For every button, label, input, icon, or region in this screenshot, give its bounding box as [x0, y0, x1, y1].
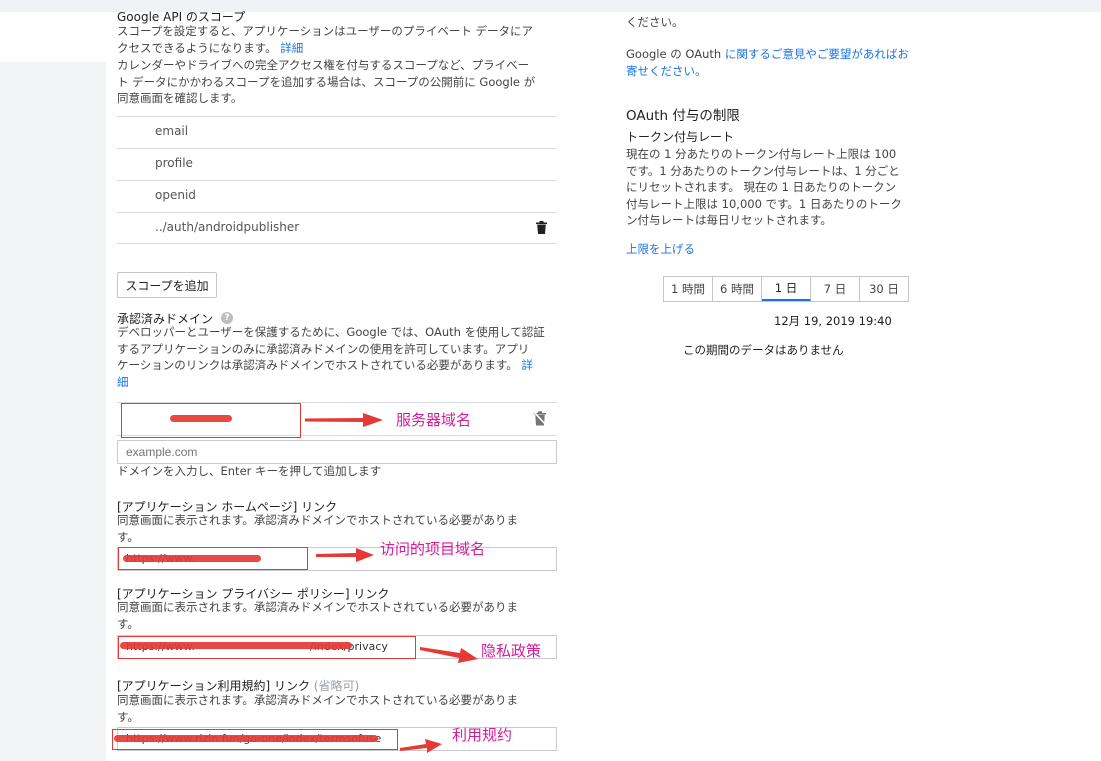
scopes-detail-link[interactable]: 詳細: [280, 41, 303, 55]
tab-1-hour[interactable]: 1 時間: [664, 277, 713, 301]
domains-detail-link[interactable]: 詳: [521, 358, 533, 372]
domain-input[interactable]: [117, 440, 557, 464]
annotation-arrow: [420, 647, 478, 663]
feedback-link-cont[interactable]: お: [897, 47, 909, 61]
domains-description: デベロッパーとユーザーを保護するために、Google では、OAuth を使用し…: [117, 324, 557, 390]
token-rate-title: トークン付与レート: [626, 130, 735, 144]
homepage-desc-line: 同意画面に表示されます。承認済みドメインでホストされている必要がありま: [117, 513, 519, 527]
scope-row-openid: openid: [117, 180, 557, 212]
rate-desc-line: です。1 分あたりのトークン付与レートは、1 分ごと: [626, 163, 900, 178]
annotation-project-domain: 访问的项目域名: [380, 540, 486, 558]
chart-timestamp: 12月 19, 2019 19:40: [774, 314, 892, 328]
feedback-text: Google の OAuth に関するご意見やご要望があればお 寄せください。: [626, 46, 909, 79]
token-rate-description: 現在の 1 分あたりのトークン付与レート上限は 100 です。1 分あたりのトー…: [626, 146, 902, 229]
trash-disabled-icon[interactable]: [533, 411, 547, 426]
oauth-limits-title: OAuth 付与の制限: [626, 108, 740, 124]
annotation-arrow: [305, 413, 383, 427]
scopes-description: スコープを設定すると、アプリケーションはユーザーのプライベート データにア クセ…: [117, 23, 533, 56]
domains-desc-line: するアプリケーションのみに承認済みドメインの使用を許可しています。アプリ: [117, 341, 530, 356]
terms-description: 同意画面に表示されます。承認済みドメインでホストされている必要がありま す。: [117, 692, 518, 725]
terms-title-text: [アプリケーション利用規約] リンク: [117, 679, 310, 693]
domains-detail-link-cont[interactable]: 細: [117, 374, 557, 391]
scope-row-androidpublisher: ../auth/androidpublisher: [117, 212, 557, 244]
scopes-desc-line: スコープを設定すると、アプリケーションはユーザーのプライベート データにア: [117, 24, 534, 38]
trash-icon[interactable]: [536, 221, 547, 234]
scope-label: openid: [155, 188, 196, 202]
annotation-box-terms: [112, 729, 398, 750]
help-fragment: ください。: [626, 15, 684, 29]
annotation-box-domain: [121, 403, 301, 438]
privacy-desc-line: す。: [117, 616, 139, 631]
terms-optional-label: (省略可): [313, 679, 360, 693]
annotation-terms: 利用规约: [452, 726, 513, 744]
privacy-desc-line: 同意画面に表示されます。承認済みドメインでホストされている必要がありま: [117, 600, 519, 614]
scopes-description-2: カレンダーやドライブへの完全アクセス権を付与するスコープなど、プライベー ト デ…: [117, 57, 535, 107]
feedback-text-plain: Google の OAuth: [626, 47, 725, 61]
annotation-arrow: [400, 739, 442, 753]
rate-desc-line: にリセットされます。 現在の 1 日あたりのトークン: [626, 180, 897, 194]
raise-limit-link[interactable]: 上限を上げる: [626, 241, 695, 258]
scope-row-profile: profile: [117, 148, 557, 180]
annotation-server-domain: 服务器域名: [396, 411, 472, 429]
feedback-link-line2[interactable]: 寄せください。: [626, 63, 909, 80]
scope-row-email: email: [117, 116, 557, 148]
domains-desc-line: デベロッパーとユーザーを保護するために、Google では、OAuth を使用し…: [117, 325, 545, 339]
terms-desc-line: す。: [117, 709, 139, 724]
scopes-desc2-line: ト データにかかわるスコープを追加する場合は、スコープの公開前に Google …: [117, 74, 536, 89]
tab-30-days[interactable]: 30 日: [860, 277, 908, 301]
scopes-desc2-line: カレンダーやドライブへの完全アクセス権を付与するスコープなど、プライベー: [117, 58, 530, 72]
annotation-arrow: [316, 548, 374, 562]
time-range-tabs: 1 時間 6 時間 1 日 7 日 30 日: [663, 276, 909, 302]
scope-label: email: [155, 124, 189, 138]
left-nav-background: [0, 62, 106, 761]
scopes-desc2-line: 同意画面を確認します。: [117, 91, 243, 105]
tab-7-days[interactable]: 7 日: [811, 277, 860, 301]
add-scope-button[interactable]: スコープを追加: [117, 272, 217, 298]
scopes-desc-line: クセスできるようになります。: [117, 40, 277, 55]
rate-desc-line: ン付与レートは毎日リセットされます。: [626, 213, 832, 227]
terms-desc-line: 同意画面に表示されます。承認済みドメインでホストされている必要がありま: [117, 693, 519, 707]
annotation-box-homepage: [118, 547, 308, 570]
domain-input-hint: ドメインを入力し、Enter キーを押して追加します: [117, 464, 382, 478]
rate-desc-line: 現在の 1 分あたりのトークン付与レート上限は 100: [626, 147, 897, 161]
rate-desc-line: 付与レート上限は 10,000 です。1 日あたりのトーク: [626, 196, 902, 211]
annotation-box-privacy: [118, 636, 416, 659]
privacy-description: 同意画面に表示されます。承認済みドメインでホストされている必要がありま す。: [117, 599, 518, 632]
help-icon[interactable]: ?: [221, 312, 233, 324]
annotation-privacy-policy: 隐私政策: [481, 642, 542, 660]
domains-desc-line: ケーションのリンクは承認済みドメインでホストされている必要があります。: [117, 358, 518, 372]
scope-label: profile: [155, 156, 193, 170]
scope-label: ../auth/androidpublisher: [155, 220, 300, 234]
tab-6-hours[interactable]: 6 時間: [713, 277, 762, 301]
no-data-message: この期間のデータはありません: [683, 343, 844, 357]
feedback-link[interactable]: に関するご意見やご要望があれば: [725, 47, 898, 61]
tab-1-day[interactable]: 1 日: [762, 277, 811, 301]
